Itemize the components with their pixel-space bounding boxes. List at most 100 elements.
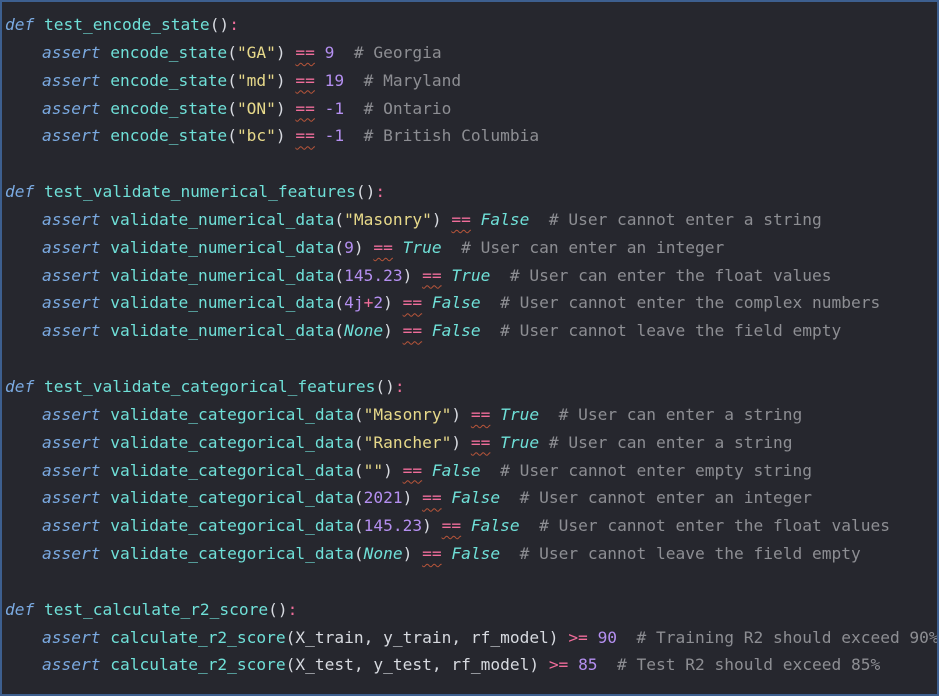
- code-token-operator: ==: [422, 488, 442, 508]
- code-token-comment: # Maryland: [344, 70, 462, 90]
- code-token-punctuation: (: [334, 237, 345, 257]
- code-line[interactable]: assert validate_numerical_data(None) == …: [5, 317, 937, 345]
- code-token-keyword: assert: [42, 460, 101, 480]
- code-token-function-name: validate_numerical_data: [110, 265, 335, 285]
- code-token-punctuation: ): [275, 126, 286, 146]
- code-token-number-literal: 19: [324, 70, 345, 90]
- code-token-keyword: assert: [42, 544, 101, 564]
- code-token-punctuation: ): [451, 404, 462, 424]
- code-token-function-name: test_validate_categorical_features: [44, 376, 376, 396]
- code-token-punctuation: [490, 433, 500, 452]
- code-token-constant: True: [402, 237, 442, 257]
- code-token-number-literal: 2021: [363, 488, 403, 508]
- code-token-punctuation: [588, 628, 598, 647]
- code-token-punctuation: [100, 126, 110, 145]
- code-token-constant: None: [344, 321, 384, 341]
- code-token-operator: ==: [422, 544, 442, 564]
- code-token-punctuation: [393, 238, 403, 257]
- code-token-punctuation: [34, 15, 44, 34]
- code-token-punctuation: [34, 600, 44, 619]
- code-token-operator: >=: [548, 655, 569, 675]
- code-token-operator: ==: [295, 70, 315, 90]
- code-line[interactable]: def test_validate_categorical_features()…: [5, 373, 937, 401]
- code-token-string-literal: "Masonry": [363, 404, 452, 424]
- code-line[interactable]: assert encode_state("bc") == -1 # Britis…: [5, 122, 937, 150]
- code-token-punctuation: ): [275, 70, 286, 90]
- code-area[interactable]: def test_encode_state(): assert encode_st…: [5, 11, 937, 679]
- code-token-punctuation: [100, 628, 110, 647]
- code-token-operator: ==: [451, 209, 471, 229]
- code-token-comment: # User can enter a string: [539, 432, 793, 452]
- code-token-punctuation: [393, 293, 403, 312]
- code-token-number-literal: -1: [324, 98, 345, 118]
- code-line[interactable]: assert encode_state("ON") == -1 # Ontari…: [5, 95, 937, 123]
- code-line[interactable]: [5, 345, 937, 373]
- code-token-comment: # User can enter the float values: [490, 265, 832, 285]
- code-token-constant: False: [480, 209, 530, 229]
- code-token-punctuation: [100, 293, 110, 312]
- code-line[interactable]: assert validate_numerical_data("Masonry"…: [5, 206, 937, 234]
- code-line[interactable]: [5, 150, 937, 178]
- code-token-string-literal: "ON": [236, 98, 276, 118]
- code-line[interactable]: assert validate_numerical_data(145.23) =…: [5, 262, 937, 290]
- code-line[interactable]: assert validate_numerical_data(4j+2) == …: [5, 289, 937, 317]
- code-token-punctuation: [100, 210, 110, 229]
- code-token-number-literal: 85: [578, 655, 598, 675]
- code-token-function-name: test_encode_state: [44, 15, 210, 34]
- code-token-punctuation: [490, 405, 500, 424]
- code-token-punctuation: [100, 655, 110, 674]
- code-token-punctuation: [422, 321, 432, 340]
- code-token-punctuation: (: [353, 516, 364, 536]
- code-token-punctuation: [412, 488, 422, 507]
- code-line[interactable]: assert validate_categorical_data("Ranche…: [5, 429, 937, 457]
- code-token-string-literal: "Masonry": [344, 209, 432, 229]
- code-token-function-name: encode_state: [110, 42, 228, 62]
- code-line[interactable]: def test_validate_numerical_features():: [5, 178, 937, 206]
- code-token-keyword: assert: [42, 516, 101, 536]
- code-token-comment: # User cannot enter an integer: [500, 488, 812, 508]
- code-line[interactable]: assert encode_state("md") == 19 # Maryla…: [5, 67, 937, 95]
- code-token-operator: ==: [470, 432, 491, 452]
- code-line[interactable]: assert encode_state("GA") == 9 # Georgia: [5, 39, 937, 67]
- code-token-keyword: assert: [42, 432, 101, 452]
- code-token-punctuation: [100, 488, 110, 507]
- code-line[interactable]: assert validate_categorical_data("") == …: [5, 457, 937, 485]
- code-token-punctuation: ): [383, 293, 393, 313]
- code-line[interactable]: assert validate_numerical_data(9) == Tru…: [5, 234, 937, 262]
- code-token-keyword: assert: [42, 321, 101, 341]
- code-token-string-literal: "md": [236, 70, 276, 90]
- code-token-constant: None: [363, 544, 403, 564]
- code-token-punctuation: ): [383, 460, 393, 480]
- code-line[interactable]: def test_encode_state():: [5, 11, 937, 39]
- code-token-punctuation: [100, 238, 110, 257]
- code-line[interactable]: assert calculate_r2_score(X_test, y_test…: [5, 651, 937, 679]
- code-token-comment: # User cannot leave the field empty: [500, 544, 861, 564]
- code-line[interactable]: def test_calculate_r2_score():: [5, 596, 937, 624]
- code-token-number-literal: -1: [324, 126, 345, 146]
- code-token-punctuation: [422, 461, 432, 480]
- code-token-punctuation: [100, 544, 110, 563]
- code-line[interactable]: assert validate_categorical_data(None) =…: [5, 540, 937, 568]
- code-token-punctuation: ): [431, 209, 442, 229]
- code-token-constant: False: [431, 460, 481, 480]
- code-line[interactable]: [5, 568, 937, 596]
- code-token-function-name: calculate_r2_score: [110, 655, 286, 675]
- code-line[interactable]: assert validate_categorical_data(145.23)…: [5, 512, 937, 540]
- code-token-comment: # User cannot enter the float values: [519, 516, 890, 536]
- code-token-keyword: assert: [42, 42, 101, 62]
- code-line[interactable]: assert validate_categorical_data("Masonr…: [5, 401, 937, 429]
- code-token-keyword: assert: [42, 293, 101, 313]
- code-token-comment: # User can enter a string: [539, 404, 803, 424]
- code-line[interactable]: assert validate_categorical_data(2021) =…: [5, 484, 937, 512]
- code-token-punctuation: (: [227, 42, 237, 62]
- code-token-punctuation: [315, 43, 325, 62]
- code-token-punctuation: [100, 405, 110, 424]
- code-token-string-literal: "Rancher": [363, 432, 452, 452]
- code-token-punctuation: (): [375, 376, 395, 396]
- code-line[interactable]: assert calculate_r2_score(X_train, y_tra…: [5, 624, 937, 652]
- code-token-punctuation: (: [334, 293, 345, 313]
- code-token-operator: ==: [295, 98, 315, 118]
- code-token-punctuation: [100, 71, 110, 90]
- code-token-keyword: assert: [42, 209, 101, 229]
- code-token-operator: ==: [373, 237, 393, 257]
